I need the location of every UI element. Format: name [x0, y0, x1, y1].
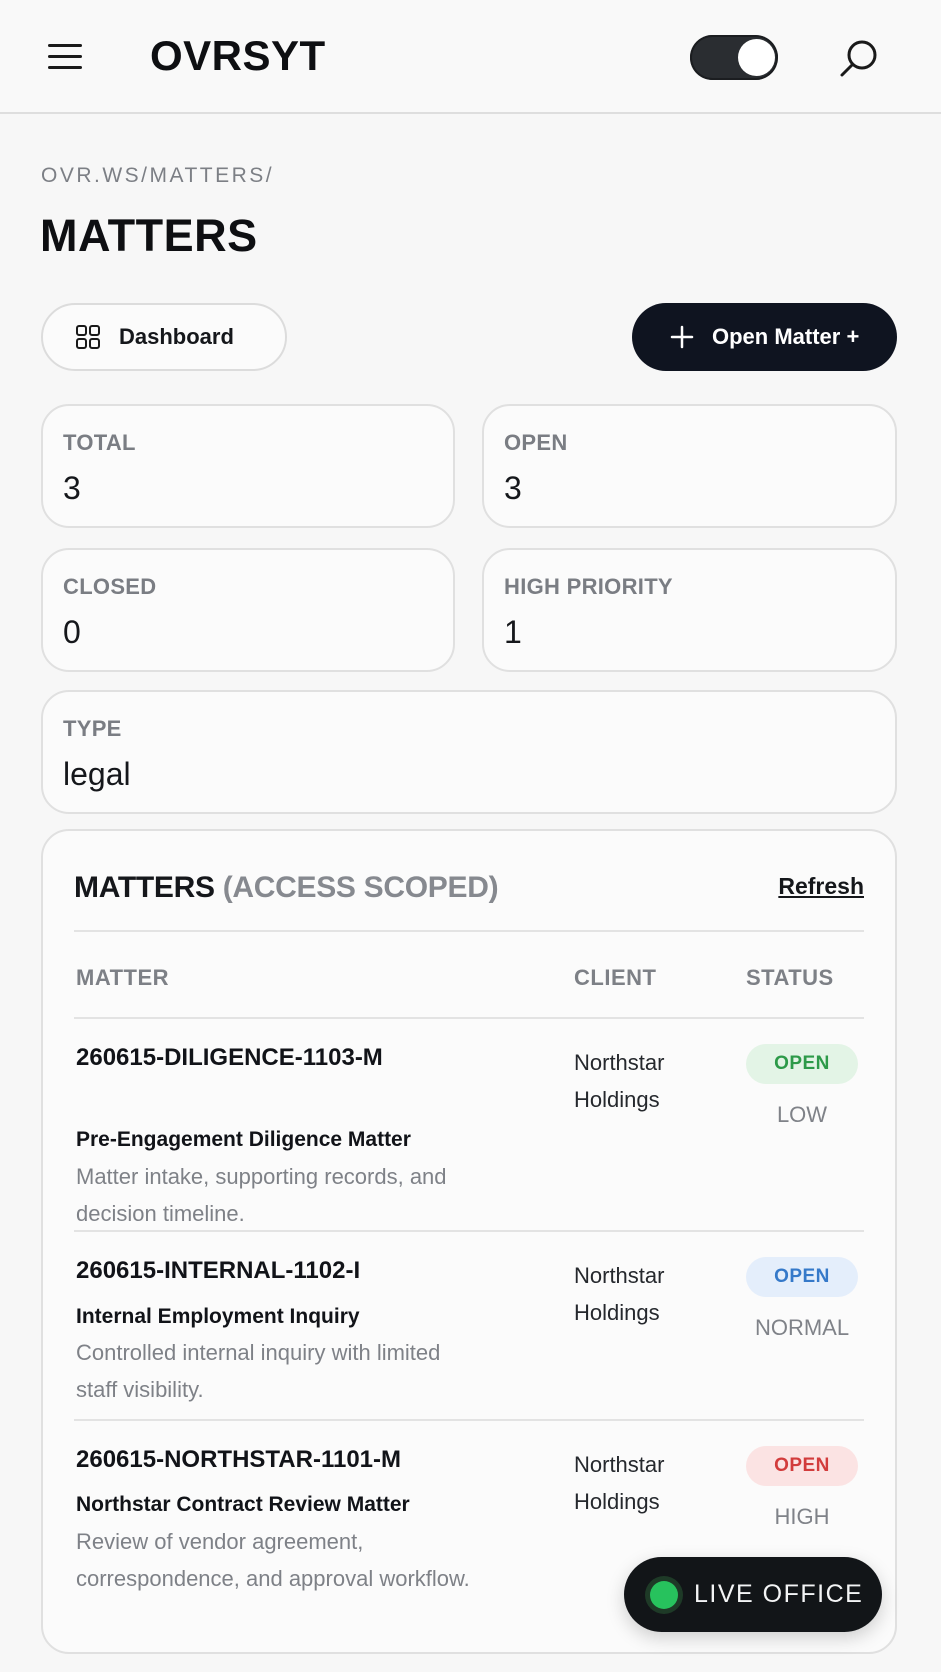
priority-label: HIGH: [774, 1504, 830, 1529]
toggle-knob: [738, 39, 775, 76]
stat-label: CLOSED: [63, 574, 157, 599]
live-dot-icon: [650, 1580, 678, 1609]
status-badge: OPEN: [746, 1257, 858, 1297]
stat-card-total: TOTAL 3: [41, 404, 455, 528]
table-row[interactable]: 260615-INTERNAL-1102-I Internal Employme…: [43, 1231, 899, 1419]
matter-description: Controlled internal inquiry with limited…: [76, 1340, 441, 1402]
matter-title: Internal Employment Inquiry: [76, 1305, 360, 1328]
breadcrumb: OVR.WS/MATTERS/: [41, 164, 275, 187]
stat-card-high-priority: HIGH PRIORITY 1: [482, 548, 897, 672]
stat-card-open: OPEN 3: [482, 404, 897, 528]
dashboard-button[interactable]: Dashboard: [41, 303, 287, 371]
dashboard-button-label: Dashboard: [119, 324, 234, 349]
panel-title: MATTERS (ACCESS SCOPED): [74, 871, 499, 905]
column-header-client[interactable]: CLIENT: [574, 965, 656, 991]
stat-label: TOTAL: [63, 430, 136, 455]
column-header-status[interactable]: STATUS: [746, 965, 834, 991]
stat-label: TYPE: [63, 716, 122, 741]
page-title: MATTERS: [40, 210, 258, 261]
matter-description: Review of vendor agreement, corresponden…: [76, 1529, 470, 1591]
grid-icon: [76, 325, 100, 349]
matter-client: Northstar Holdings: [574, 1263, 665, 1325]
stat-label: HIGH PRIORITY: [504, 574, 673, 599]
priority-label: LOW: [776, 1102, 828, 1127]
stat-label: OPEN: [504, 430, 568, 455]
live-office-label: LIVE OFFICE: [694, 1580, 864, 1608]
table-row[interactable]: 260615-DILIGENCE-1103-M Pre-Engagement D…: [43, 1018, 899, 1230]
stat-value: 3: [504, 470, 522, 506]
matter-id[interactable]: 260615-INTERNAL-1102-I: [76, 1253, 406, 1289]
top-bar: OVRSYT: [0, 0, 941, 114]
refresh-link[interactable]: Refresh: [778, 873, 864, 900]
stat-card-type: TYPE legal: [41, 690, 897, 814]
panel-title-main: MATTERS: [74, 871, 215, 904]
open-matter-button[interactable]: Open Matter +: [632, 303, 897, 371]
status-badge: OPEN: [746, 1044, 858, 1084]
plus-icon: [670, 325, 694, 349]
matter-title: Northstar Contract Review Matter: [76, 1493, 410, 1516]
matter-title: Pre-Engagement Diligence Matter: [76, 1128, 411, 1151]
divider: [74, 930, 864, 932]
matter-id[interactable]: 260615-DILIGENCE-1103-M: [76, 1040, 406, 1076]
column-header-matter[interactable]: MATTER: [76, 965, 169, 991]
stat-value: 0: [63, 614, 81, 650]
stat-card-closed: CLOSED 0: [41, 548, 455, 672]
stat-value: 3: [63, 470, 81, 506]
panel-title-scope: (ACCESS SCOPED): [222, 871, 499, 904]
app-logo[interactable]: OVRSYT: [150, 32, 326, 80]
matter-description: Matter intake, supporting records, and d…: [76, 1164, 447, 1226]
status-badge: OPEN: [746, 1446, 858, 1486]
stat-value: 1: [504, 614, 522, 650]
stat-value: legal: [63, 756, 131, 792]
matter-id[interactable]: 260615-NORTHSTAR-1101-M: [76, 1442, 406, 1478]
search-icon[interactable]: [836, 36, 882, 82]
live-office-button[interactable]: LIVE OFFICE: [624, 1557, 882, 1632]
menu-icon[interactable]: [44, 38, 84, 74]
matter-client: Northstar Holdings: [574, 1050, 665, 1112]
open-matter-button-label: Open Matter +: [712, 324, 860, 349]
priority-label: NORMAL: [754, 1315, 850, 1340]
matters-panel: MATTERS (ACCESS SCOPED) Refresh MATTER C…: [41, 829, 897, 1654]
matter-client: Northstar Holdings: [574, 1452, 665, 1514]
theme-toggle[interactable]: [690, 35, 778, 80]
